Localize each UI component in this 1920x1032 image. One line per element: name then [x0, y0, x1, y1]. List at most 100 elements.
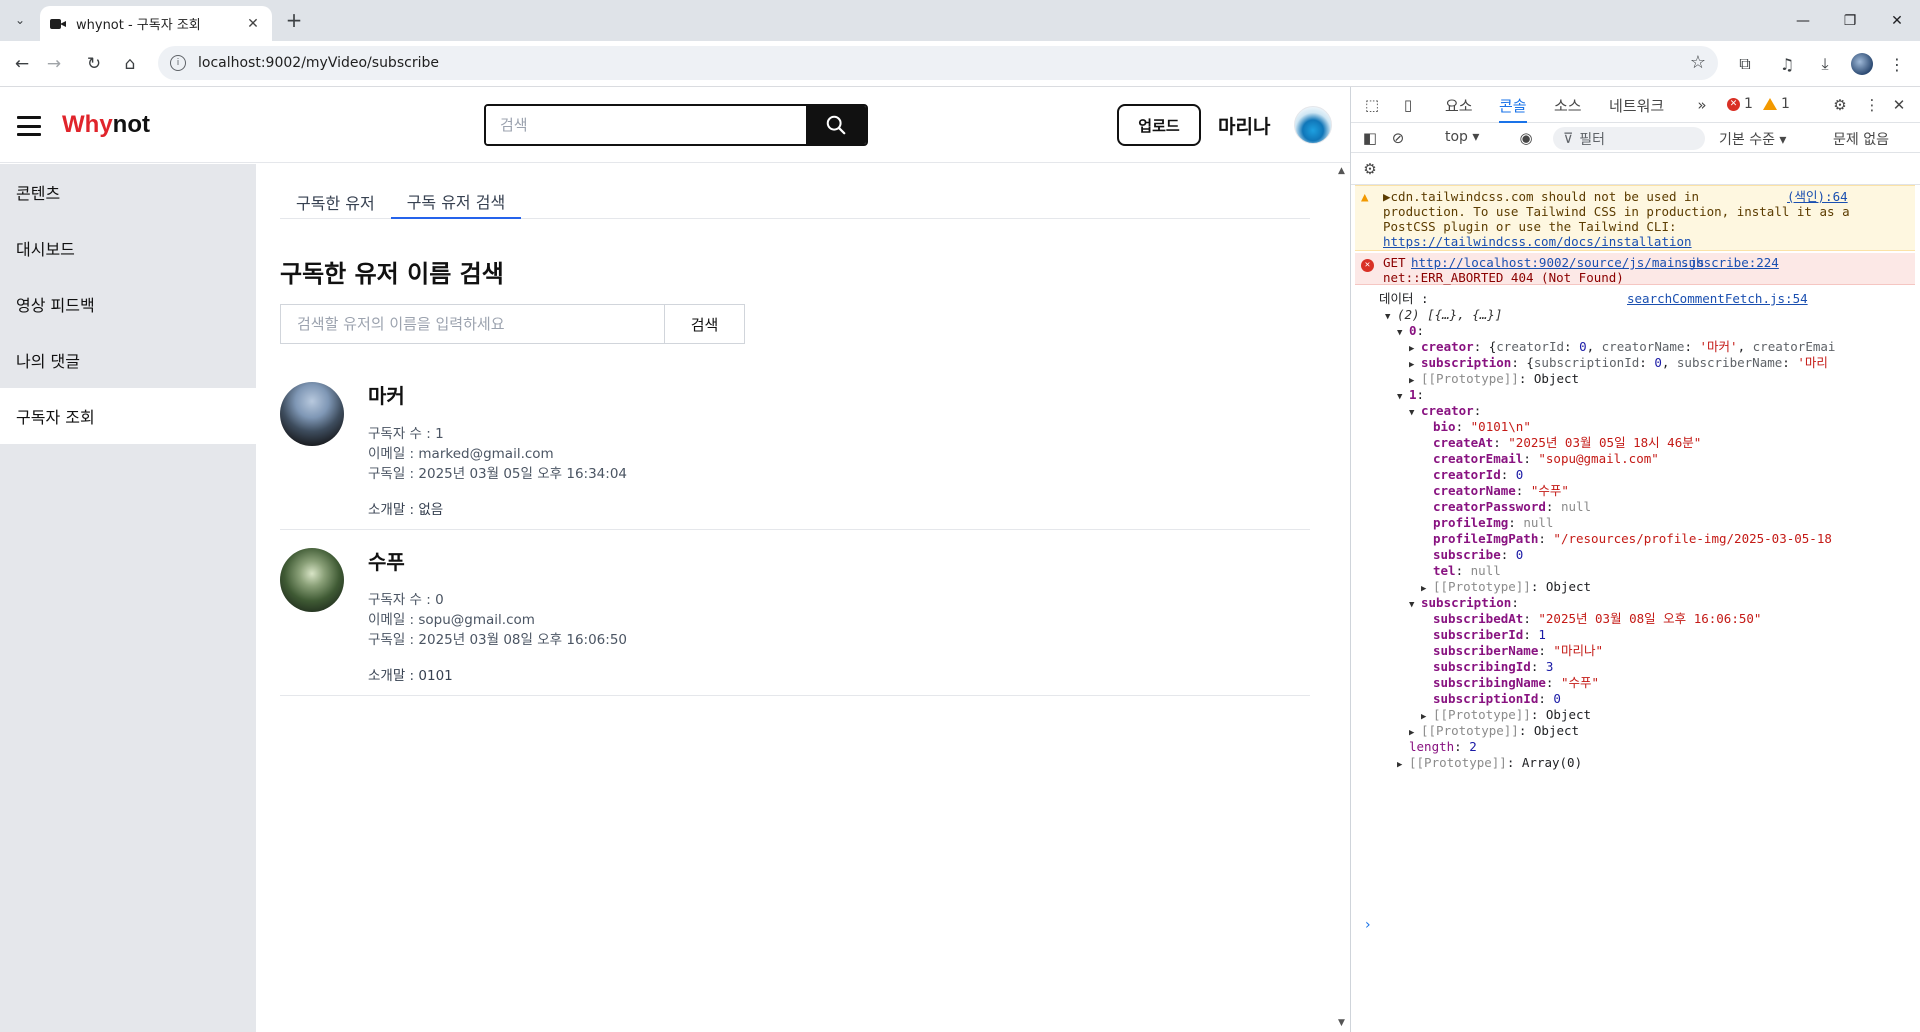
result-list: 마커 구독자 수 : 1 이메일 : marked@gmail.com 구독일 … [280, 364, 1310, 696]
header-search-button[interactable] [806, 106, 866, 144]
error-icon: ✕ [1727, 97, 1740, 111]
tree-leaf: subscribe: 0 [1433, 547, 1524, 562]
tree-node[interactable]: ▶ [[Prototype]]: Object [1409, 723, 1579, 739]
warn-line-2: production. To use Tailwind CSS in produ… [1383, 204, 1850, 219]
channel-name[interactable]: 수푸 [368, 546, 405, 575]
tree-node[interactable]: ▼ 0: [1397, 323, 1424, 339]
browser-tab[interactable]: whynot - 구독자 조회 ✕ [40, 6, 272, 41]
scroll-down-icon[interactable]: ▼ [1338, 1018, 1345, 1028]
bookmark-star-icon[interactable]: ☆ [1690, 52, 1706, 73]
console-prompt[interactable]: › [1365, 917, 1371, 933]
site-logo[interactable]: Whynot [62, 111, 150, 139]
forward-button[interactable]: → [41, 51, 67, 77]
channel-name[interactable]: 마커 [368, 380, 405, 409]
tree-leaf: profileImgPath: "/resources/profile-img/… [1433, 531, 1832, 546]
download-icon[interactable]: ⤓ [1814, 53, 1836, 75]
tree-node[interactable]: ▼ 1: [1397, 387, 1424, 403]
user-search-input[interactable] [280, 304, 664, 344]
user-avatar[interactable] [1294, 106, 1332, 144]
tree-node[interactable]: ▶ subscription: {subscriptionId: 0, subsc… [1409, 355, 1828, 371]
extensions-icon[interactable]: ⧉ [1734, 53, 1756, 75]
warn-source-link[interactable]: (색인):64 [1787, 189, 1848, 204]
close-tab-icon[interactable]: ✕ [244, 16, 262, 32]
tree-node[interactable]: ▼ subscription: [1409, 595, 1519, 611]
sidebar-item-dashboard[interactable]: 대시보드 [0, 220, 256, 276]
user-search-button[interactable]: 검색 [664, 304, 745, 344]
email: 이메일 : sopu@gmail.com [368, 612, 535, 628]
tree-node[interactable]: ▶ creator: {creatorId: 0, creatorName: '마… [1409, 339, 1835, 355]
live-expression-eye-icon[interactable]: ◉ [1515, 127, 1537, 149]
header-search-input[interactable] [486, 106, 806, 144]
reload-button[interactable]: ↻ [81, 51, 107, 77]
main-content: 구독한 유저 구독 유저 검색 구독한 유저 이름 검색 검색 마커 구독자 수… [256, 164, 1336, 1032]
tree-leaf: createAt: "2025년 03월 05일 18시 46분" [1433, 435, 1702, 450]
browser-tab-strip: ⌄ whynot - 구독자 조회 ✕ + — ❐ ✕ [0, 0, 1920, 41]
close-window-button[interactable]: ✕ [1874, 0, 1920, 41]
tree-leaf: creatorEmail: "sopu@gmail.com" [1433, 451, 1659, 466]
warning-counter[interactable]: 1 [1763, 96, 1790, 112]
console-error-message: ✕ GET http://localhost:9002/source/js/ma… [1355, 253, 1915, 285]
error-url-link[interactable]: http://localhost:9002/source/js/main.js [1411, 255, 1705, 270]
error-line-2: net::ERR_ABORTED 404 (Not Found) [1383, 270, 1624, 285]
profile-avatar-icon[interactable] [1851, 53, 1873, 75]
more-tabs-icon[interactable]: » [1691, 94, 1713, 116]
devtools-menu-icon[interactable]: ⋮ [1861, 94, 1883, 116]
sidebar-item-content[interactable]: 콘텐츠 [0, 164, 256, 220]
tab-elements[interactable]: 요소 [1445, 95, 1473, 123]
tab-search-subscribed[interactable]: 구독 유저 검색 [390, 181, 522, 219]
page-scrollbar[interactable]: ▲ ▼ [1336, 164, 1350, 1032]
bio: 소개말 : 없음 [368, 502, 444, 518]
more-menu-icon[interactable]: ⋮ [1886, 53, 1908, 75]
hamburger-menu-icon[interactable] [17, 116, 41, 136]
upload-button[interactable]: 업로드 [1117, 104, 1201, 146]
inspect-element-icon[interactable]: ⬚ [1361, 94, 1383, 116]
page-title: 구독한 유저 이름 검색 [280, 260, 504, 288]
sidebar-item-video-feedback[interactable]: 영상 피드백 [0, 276, 256, 332]
tree-node[interactable]: ▼ creator: [1409, 403, 1481, 419]
tab-search-button[interactable]: ⌄ [8, 8, 32, 32]
issues-button[interactable]: 문제 없음 [1833, 129, 1889, 149]
media-control-icon[interactable]: ♫ [1776, 53, 1798, 75]
scroll-up-icon[interactable]: ▲ [1338, 166, 1345, 176]
tree-node[interactable]: ▶ [[Prototype]]: Array(0) [1397, 755, 1582, 771]
tab-subscribed-users[interactable]: 구독한 유저 [280, 181, 391, 219]
console-warning-message: ▲ ▶cdn.tailwindcss.com should not be use… [1355, 185, 1915, 251]
sidebar-item-my-comments[interactable]: 나의 댓글 [0, 332, 256, 388]
video-camera-icon [50, 18, 66, 30]
clear-console-icon[interactable]: ⊘ [1387, 127, 1409, 149]
list-item: 마커 구독자 수 : 1 이메일 : marked@gmail.com 구독일 … [280, 364, 1310, 530]
console-filter-input[interactable]: ⊽ 필터 [1553, 127, 1705, 150]
tailwind-docs-link[interactable]: https://tailwindcss.com/docs/installatio… [1383, 234, 1692, 249]
sidebar: 콘텐츠 대시보드 영상 피드백 나의 댓글 구독자 조회 [0, 164, 256, 1032]
back-button[interactable]: ← [9, 51, 35, 77]
home-button[interactable]: ⌂ [117, 51, 143, 77]
log-source-link[interactable]: searchCommentFetch.js:54 [1627, 291, 1808, 307]
tree-root[interactable]: ▼ (2) [{…}, {…}] [1385, 307, 1502, 323]
error-counter[interactable]: ✕ 1 [1727, 96, 1753, 112]
site-info-icon[interactable]: i [170, 55, 186, 71]
tab-sources[interactable]: 소스 [1554, 95, 1582, 123]
console-settings-gear-icon[interactable]: ⚙ [1359, 158, 1381, 180]
avatar[interactable] [280, 382, 344, 446]
tree-node[interactable]: ▶ [[Prototype]]: Object [1421, 579, 1591, 595]
address-bar[interactable]: i localhost:9002/myVideo/subscribe ☆ [158, 46, 1718, 80]
tree-node[interactable]: ▶ [[Prototype]]: Object [1409, 371, 1579, 387]
restore-button[interactable]: ❐ [1827, 0, 1873, 41]
tab-network[interactable]: 네트워크 [1609, 95, 1664, 123]
error-source-link[interactable]: subscribe:224 [1681, 255, 1779, 270]
tab-console[interactable]: 콘솔 [1499, 95, 1527, 123]
close-devtools-icon[interactable]: ✕ [1888, 94, 1910, 116]
filter-icon: ⊽ [1563, 130, 1574, 147]
device-toolbar-icon[interactable]: ▯ [1397, 94, 1419, 116]
tree-leaf: subscriberName: "마리나" [1433, 643, 1603, 658]
console-toolbar: ◧ ⊘ top ▾ ◉ ⊽ 필터 기본 수준 ▾ 문제 없음 [1351, 123, 1920, 153]
tree-node[interactable]: ▶ [[Prototype]]: Object [1421, 707, 1591, 723]
sidebar-item-subscribers[interactable]: 구독자 조회 [0, 388, 256, 444]
new-tab-button[interactable]: + [282, 9, 306, 31]
context-selector[interactable]: top ▾ [1445, 129, 1479, 145]
settings-gear-icon[interactable]: ⚙ [1829, 94, 1851, 116]
sidebar-toggle-icon[interactable]: ◧ [1359, 127, 1381, 149]
minimize-button[interactable]: — [1780, 0, 1826, 41]
avatar[interactable] [280, 548, 344, 612]
log-level-dropdown[interactable]: 기본 수준 ▾ [1719, 129, 1786, 149]
